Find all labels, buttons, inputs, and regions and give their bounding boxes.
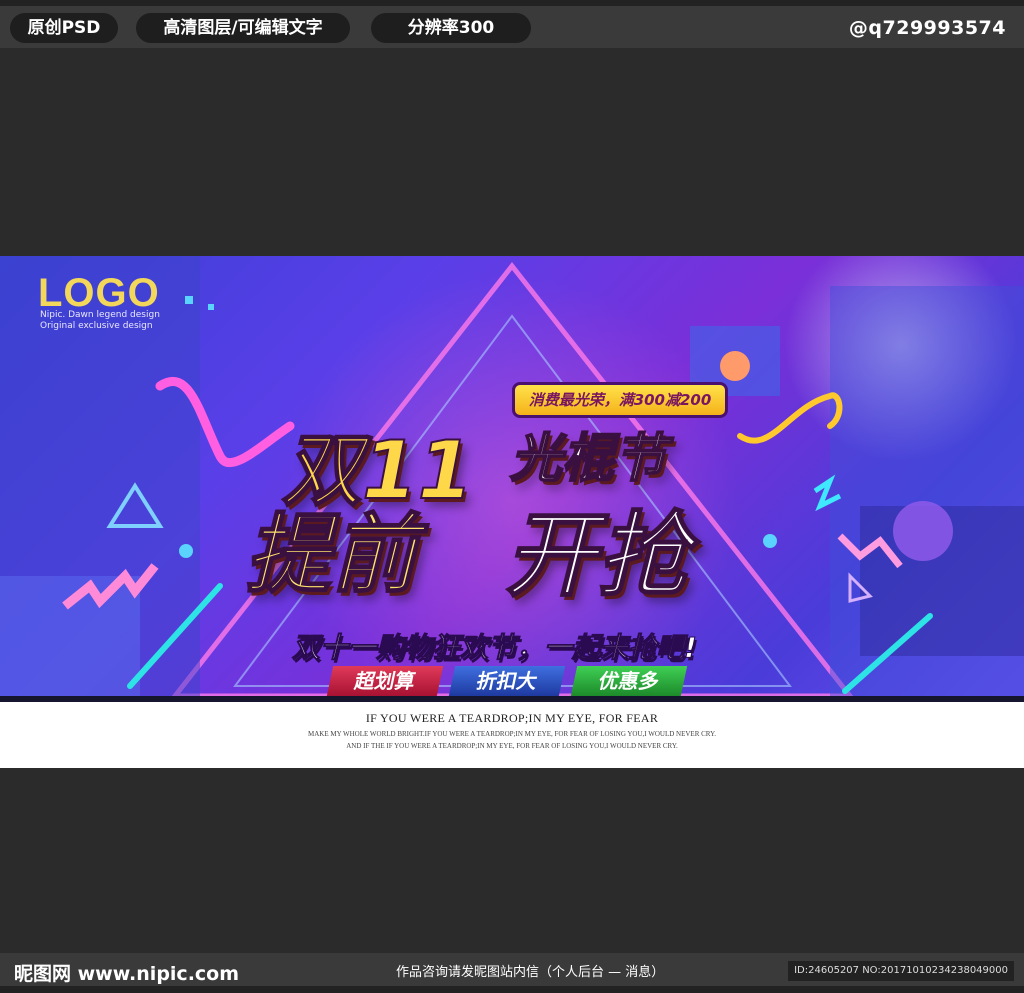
bottom-info-bar: 昵图网 www.nipic.com 作品咨询请发昵图站内信（个人后台 — 消息）… [0,953,1024,993]
author-handle: @q729993574 [848,17,1006,39]
tag-many-offers: 优惠多 [570,666,688,696]
top-info-bar: 原创PSD 高清图层/可编辑文字 分辨率300 @q729993574 [0,0,1024,48]
headline-early: 提前 [244,504,418,606]
caption-line-2: MAKE MY WHOLE WORLD BRIGHT.IF YOU WERE A… [308,730,716,738]
headline-grab: 开抢 [504,501,690,610]
headline-singles-day: 光棍节 [509,428,667,490]
caption-line-1: IF YOU WERE A TEARDROP;IN MY EYE, FOR FE… [365,711,659,725]
psd-badge: 原创PSD [10,13,118,43]
logo-subtitle: Nipic. Dawn legend design Original exclu… [40,310,160,332]
logo-subtitle-line-1: Nipic. Dawn legend design [40,310,160,320]
promo-badge: 消费最光荣，满300减200 [512,382,728,418]
image-id: ID:24605207 NO:20171010234238049000 [788,961,1014,981]
contact-notice: 作品咨询请发昵图站内信（个人后台 — 消息） [396,965,665,980]
tag-big-discount: 折扣大 [448,666,566,696]
logo-subtitle-line-2: Original exclusive design [40,321,153,331]
banner-divider [0,696,1024,702]
banner-artwork: LOGO Nipic. Dawn legend design Original … [0,256,1024,702]
tag-great-value: 超划算 [326,666,444,696]
site-logo[interactable]: 昵图网 www.nipic.com [14,959,239,986]
banner-preview: LOGO Nipic. Dawn legend design Original … [0,256,1024,768]
layers-badge: 高清图层/可编辑文字 [136,13,350,43]
headline-subtitle: 双十一购物狂欢节，一起来抢吧! [292,631,698,665]
caption-line-3: AND IF THE IF YOU WERE A TEARDROP;IN MY … [346,742,678,750]
banner-caption: IF YOU WERE A TEARDROP;IN MY EYE, FOR FE… [0,711,1024,750]
resolution-badge: 分辨率300 [371,13,531,43]
